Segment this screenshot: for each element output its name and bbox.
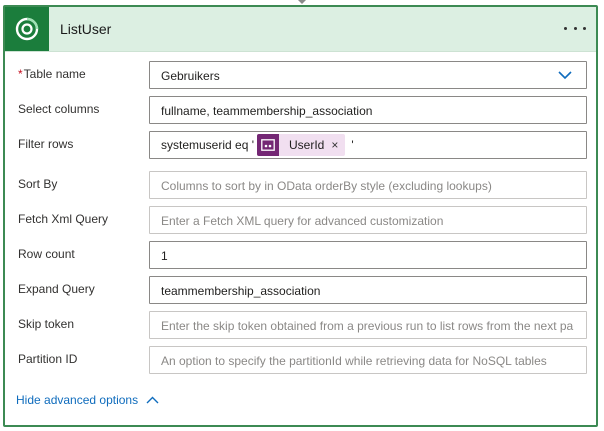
partition-id-label: Partition ID — [18, 352, 78, 366]
more-icon[interactable] — [564, 17, 586, 39]
select-columns-input[interactable]: fullname, teammembership_association — [149, 96, 587, 124]
sort-by-label: Sort By — [18, 177, 58, 191]
skip-token-input[interactable]: Enter the skip token obtained from a pre… — [149, 311, 587, 339]
skip-token-placeholder: Enter the skip token obtained from a pre… — [161, 319, 574, 333]
partition-id-input[interactable]: An option to specify the partitionId whi… — [149, 346, 587, 374]
row-select-columns: Select columns fullname, teammembership_… — [5, 96, 596, 124]
power-apps-icon — [257, 134, 279, 156]
chevron-up-icon — [146, 396, 159, 404]
sort-by-input[interactable]: Columns to sort by in OData orderBy styl… — [149, 171, 587, 199]
row-fetch-xml: Fetch Xml Query Enter a Fetch XML query … — [5, 206, 596, 234]
row-partition-id: Partition ID An option to specify the pa… — [5, 346, 596, 374]
fetch-xml-input[interactable]: Enter a Fetch XML query for advanced cus… — [149, 206, 587, 234]
flow-connector — [298, 0, 306, 4]
select-columns-label: Select columns — [18, 102, 100, 116]
row-skip-token: Skip token Enter the skip token obtained… — [5, 311, 596, 339]
token-label: UserId — [289, 138, 325, 152]
row-table-name: *Table name Gebruikers — [5, 61, 596, 89]
token-remove-icon[interactable]: × — [331, 138, 345, 152]
filter-rows-prefix: systemuserid eq ' — [161, 138, 254, 152]
card-title[interactable]: ListUser — [60, 21, 111, 37]
expand-query-label: Expand Query — [18, 282, 95, 296]
filter-rows-label: Filter rows — [18, 137, 74, 151]
hide-advanced-options-link[interactable]: Hide advanced options — [16, 393, 159, 407]
chevron-down-icon[interactable] — [558, 68, 572, 82]
hide-advanced-options-label: Hide advanced options — [16, 393, 139, 407]
card-header[interactable]: ListUser — [5, 7, 596, 52]
action-card: ListUser *Table name Gebruikers Select c… — [3, 5, 598, 427]
table-name-value: Gebruikers — [161, 69, 220, 83]
filter-rows-suffix: ' — [351, 138, 354, 152]
row-count-label: Row count — [18, 247, 75, 261]
dynamic-token-userid[interactable]: UserId × — [257, 134, 346, 156]
partition-id-placeholder: An option to specify the partitionId whi… — [161, 354, 547, 368]
table-name-label: *Table name — [18, 67, 86, 81]
select-columns-value: fullname, teammembership_association — [161, 104, 373, 118]
row-expand-query: Expand Query teammembership_association — [5, 276, 596, 304]
row-count-value: 1 — [161, 249, 168, 263]
row-row-count: Row count 1 — [5, 241, 596, 269]
row-filter-rows: Filter rows systemuserid eq ' UserId × ' — [5, 131, 596, 159]
expand-query-input[interactable]: teammembership_association — [149, 276, 587, 304]
row-count-input[interactable]: 1 — [149, 241, 587, 269]
sort-by-placeholder: Columns to sort by in OData orderBy styl… — [161, 179, 492, 193]
fetch-xml-placeholder: Enter a Fetch XML query for advanced cus… — [161, 214, 444, 228]
row-sort-by: Sort By Columns to sort by in OData orde… — [5, 171, 596, 199]
filter-rows-input[interactable]: systemuserid eq ' UserId × ' — [149, 131, 587, 159]
table-name-select[interactable]: Gebruikers — [149, 61, 587, 89]
skip-token-label: Skip token — [18, 317, 75, 331]
fetch-xml-label: Fetch Xml Query — [18, 212, 109, 226]
expand-query-value: teammembership_association — [161, 284, 321, 298]
dataverse-icon — [5, 7, 49, 51]
